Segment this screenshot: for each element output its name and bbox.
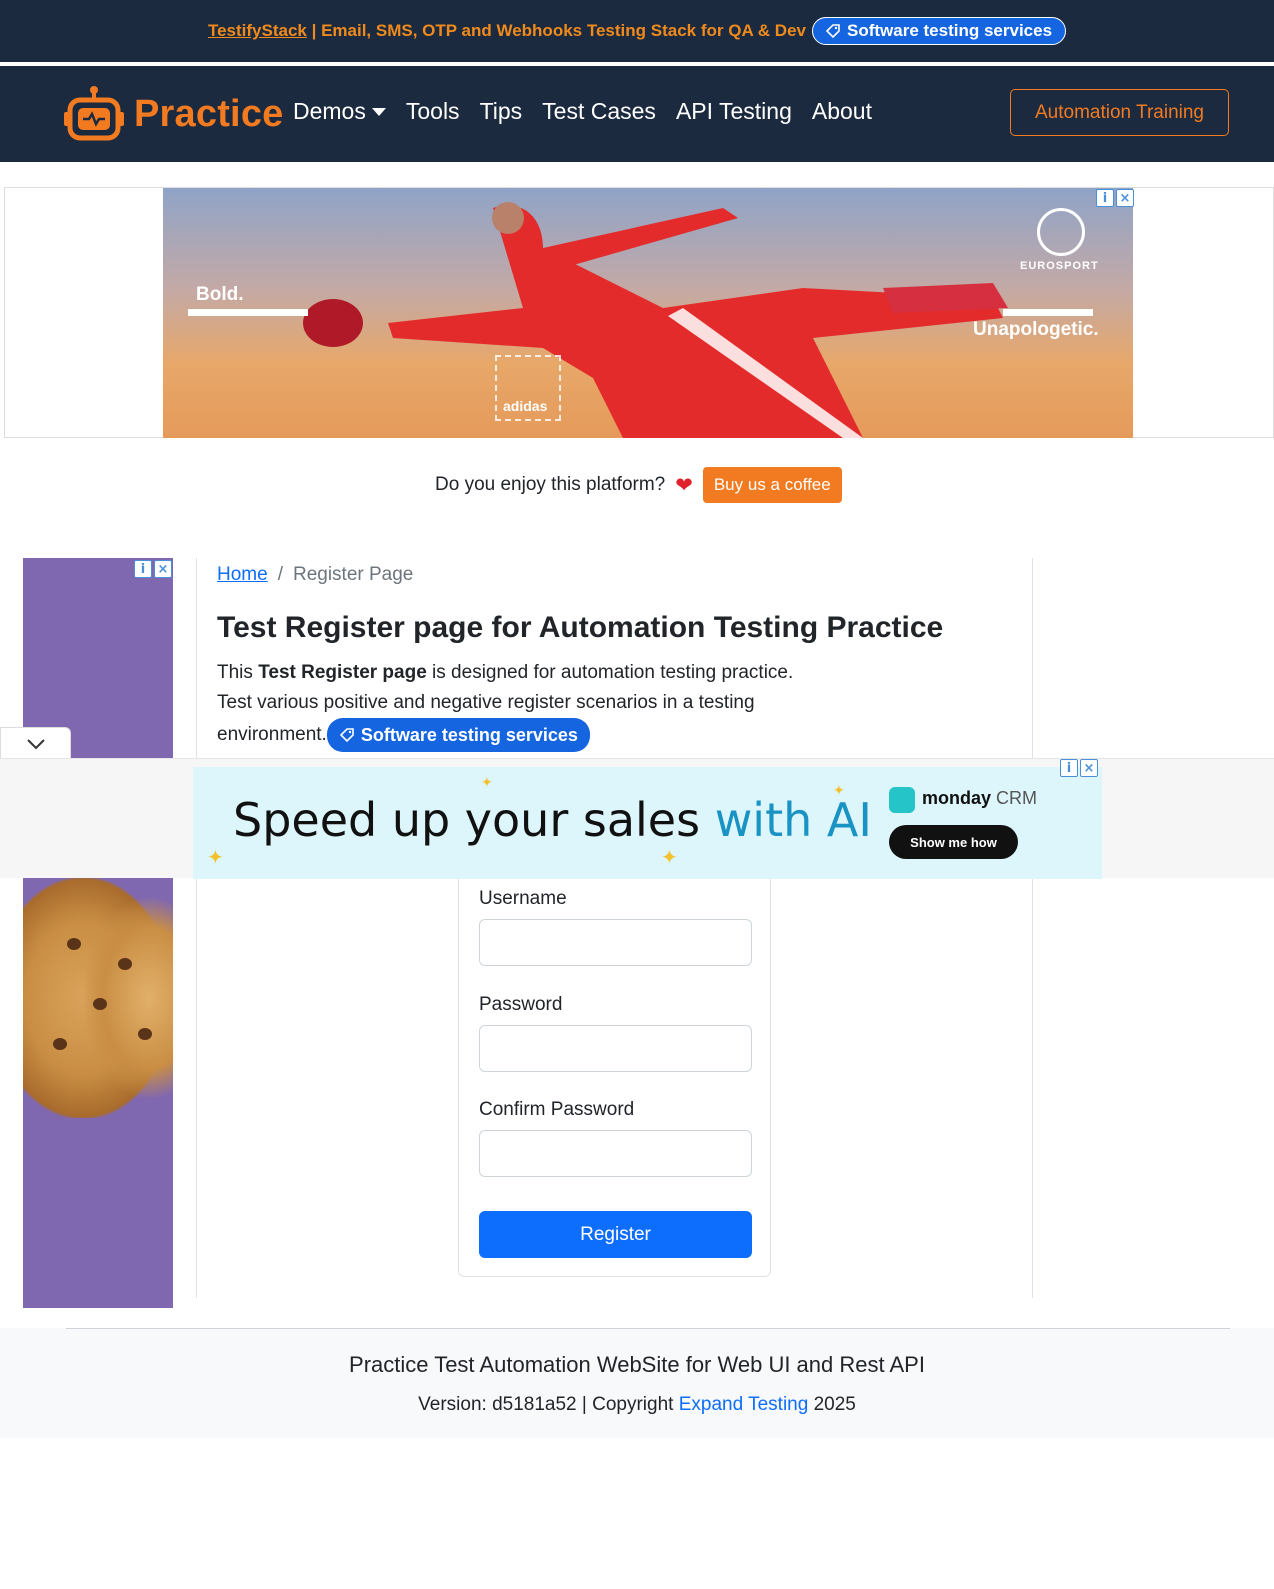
navbar: Practice Demos Tools Tips Test Cases API… xyxy=(0,66,1274,162)
ad-info-icon[interactable]: i xyxy=(1060,759,1078,777)
ad-sponsor: EUROSPORT xyxy=(1020,260,1099,272)
breadcrumb-current: Register Page xyxy=(292,564,414,585)
ad-headline: Speed up your sales with AI xyxy=(233,793,872,847)
ad-top-controls: i × xyxy=(1096,189,1134,207)
register-button[interactable]: Register xyxy=(479,1211,752,1258)
breadcrumb-separator: / xyxy=(277,564,283,585)
collapse-ad-button[interactable] xyxy=(0,727,71,759)
confirm-password-label: Confirm Password xyxy=(479,1099,635,1120)
services-label: Software testing services xyxy=(360,725,578,745)
nav-api-testing[interactable]: API Testing xyxy=(676,98,792,125)
ad-headline-accent: with AI xyxy=(714,793,872,847)
ad-brand: adidas xyxy=(503,398,548,414)
chocolate-chip xyxy=(138,1028,152,1040)
ad-close-icon[interactable]: × xyxy=(1116,189,1134,207)
software-testing-services-button[interactable]: Software testing services xyxy=(812,17,1067,45)
services-label: Software testing services xyxy=(847,21,1053,40)
promo-tagline: | Email, SMS, OTP and Webhooks Testing S… xyxy=(306,21,806,40)
ad-sticky-banner[interactable]: Speed up your sales with AI ✦ ✦ ✦ ✦ mond… xyxy=(193,767,1102,879)
username-input[interactable] xyxy=(479,919,752,966)
monday-logo-icon xyxy=(889,787,915,813)
nav-demos-label: Demos xyxy=(293,98,366,124)
page-description: This Test Register page is designed for … xyxy=(217,658,817,752)
chocolate-chip xyxy=(53,1038,67,1050)
footer: Practice Test Automation WebSite for Web… xyxy=(0,1328,1274,1438)
ad-close-icon[interactable]: × xyxy=(1080,759,1098,777)
desc-bold: Test Register page xyxy=(258,662,427,683)
robot-logo-icon xyxy=(64,86,124,141)
ad-figure-image xyxy=(303,202,1008,438)
chevron-down-icon xyxy=(26,738,45,749)
buy-coffee-button[interactable]: Buy us a coffee xyxy=(702,467,842,503)
username-label: Username xyxy=(479,888,567,909)
coffee-section: Do you enjoy this platform? ❤ Buy us a c… xyxy=(435,467,842,503)
confirm-password-input[interactable] xyxy=(479,1130,752,1177)
sticky-ad-bar: Speed up your sales with AI ✦ ✦ ✦ ✦ mond… xyxy=(0,758,1274,879)
nav-links: Demos Tools Tips Test Cases API Testing … xyxy=(293,98,872,125)
brand-name: Practice xyxy=(134,92,284,135)
breadcrumb-home-link[interactable]: Home xyxy=(217,564,268,586)
coffee-question: Do you enjoy this platform? xyxy=(435,474,666,495)
heart-icon: ❤ xyxy=(675,473,693,497)
chocolate-chip xyxy=(93,998,107,1010)
footer-divider xyxy=(66,1328,1230,1329)
page-title: Test Register page for Automation Testin… xyxy=(217,611,944,644)
password-label: Password xyxy=(479,994,563,1015)
nav-about[interactable]: About xyxy=(812,98,872,125)
desc-pre: This xyxy=(217,662,259,683)
nav-tips[interactable]: Tips xyxy=(480,98,523,125)
tag-icon xyxy=(339,728,354,743)
ad-left-text: Bold. xyxy=(196,284,244,305)
eurosport-logo-icon xyxy=(1037,208,1085,256)
ad-headline-text: Speed up your sales xyxy=(233,793,715,847)
password-input[interactable] xyxy=(479,1025,752,1072)
ad-left-controls: i × xyxy=(134,560,172,578)
chocolate-chip xyxy=(118,958,132,970)
announcement-bar: TestifyStack | Email, SMS, OTP and Webho… xyxy=(0,0,1274,62)
ad-left-skyscraper[interactable] xyxy=(23,558,173,1308)
footer-year: 2025 xyxy=(808,1394,856,1415)
ad-stripe-right xyxy=(1003,309,1093,316)
ad-info-icon[interactable]: i xyxy=(1096,189,1114,207)
nav-tools[interactable]: Tools xyxy=(406,98,460,125)
footer-title: Practice Test Automation WebSite for Web… xyxy=(349,1352,925,1377)
show-me-how-button[interactable]: Show me how xyxy=(889,825,1018,859)
ad-brand-suffix: CRM xyxy=(991,788,1038,808)
brand-link[interactable]: Practice xyxy=(64,84,283,144)
breadcrumb: Home / Register Page xyxy=(217,564,413,586)
software-testing-services-link[interactable]: Software testing services xyxy=(326,718,590,752)
sparkle-icon: ✦ xyxy=(207,845,224,869)
ad-brand-name: monday xyxy=(922,788,992,808)
ad-sticky-controls: i × xyxy=(1060,759,1098,777)
tag-icon xyxy=(825,24,840,39)
ad-stripe-left xyxy=(188,309,308,316)
chocolate-chip xyxy=(67,938,81,950)
expand-testing-link[interactable]: Expand Testing xyxy=(679,1394,809,1415)
ad-close-icon[interactable]: × xyxy=(154,560,172,578)
register-form: Username Password Confirm Password Regis… xyxy=(458,860,771,1277)
sparkle-icon: ✦ xyxy=(833,783,845,799)
nav-demos-dropdown[interactable]: Demos xyxy=(293,98,386,125)
sparkle-icon: ✦ xyxy=(481,775,493,791)
testifystack-link[interactable]: TestifyStack xyxy=(208,21,307,40)
ad-top-banner[interactable]: Bold. Unapologetic. EUROSPORT adidas xyxy=(163,188,1133,438)
automation-training-button[interactable]: Automation Training xyxy=(1010,89,1229,136)
footer-copyright: Version: d5181a52 | Copyright Expand Tes… xyxy=(0,1394,1274,1416)
caret-down-icon xyxy=(371,107,386,116)
ad-right-text: Unapologetic. xyxy=(973,319,1099,340)
sparkle-icon: ✦ xyxy=(661,845,678,869)
promo-text: TestifyStack | Email, SMS, OTP and Webho… xyxy=(208,21,806,41)
ad-info-icon[interactable]: i xyxy=(134,560,152,578)
footer-version: Version: d5181a52 | Copyright xyxy=(418,1394,679,1415)
nav-test-cases[interactable]: Test Cases xyxy=(542,98,656,125)
ad-brand: monday CRM xyxy=(922,788,1037,809)
